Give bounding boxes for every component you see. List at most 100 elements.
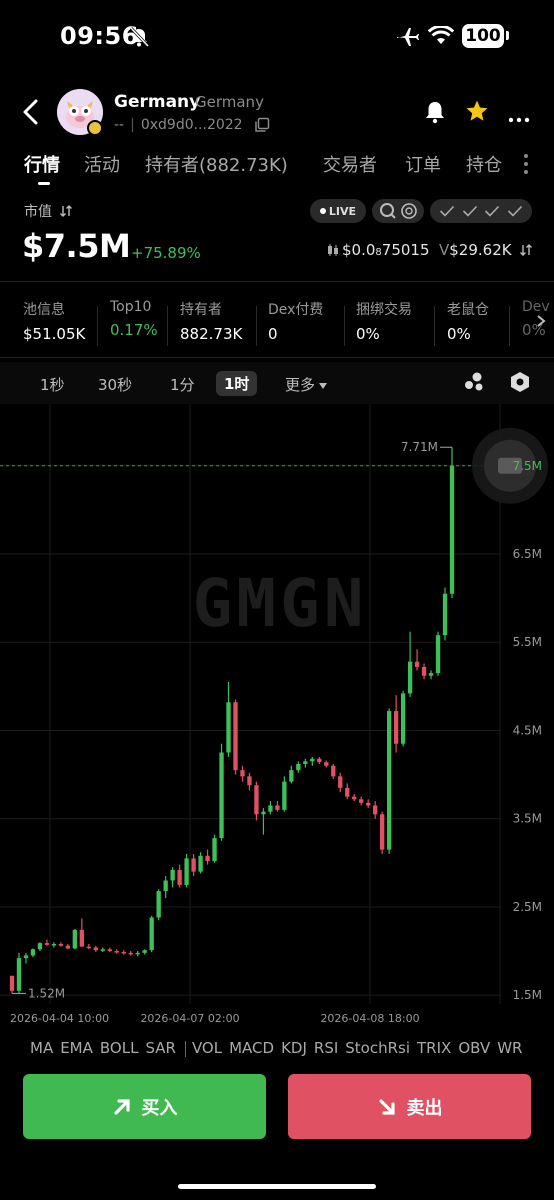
info-divider [434,306,435,346]
info-value: 0% [447,325,471,343]
info-holders[interactable]: 持有者 882.73K [180,299,242,343]
candle-body [114,951,119,953]
live-dot-icon [319,208,326,214]
candle-body [435,635,441,674]
candle-body [261,811,266,815]
sell-button[interactable]: 卖出 [288,1074,531,1139]
indicator-wr[interactable]: WR [497,1039,522,1057]
indicator-divider [184,1040,186,1057]
info-dex-paid[interactable]: Dex付费 0 [268,299,323,343]
verified-badge-icon [87,120,103,136]
price-chart[interactable]: GMGN 1.5M 2.5M 3.5M 4.5M 5.5M 6.5M 7.5M 2026-04… [0,404,554,1030]
copy-icon[interactable] [254,117,270,137]
tab-market[interactable]: 行情 [24,151,60,177]
candle-body [37,943,43,950]
info-label: 持有者 [180,302,222,318]
candle-body [65,945,71,949]
volume-display[interactable]: V$29.62K [439,241,533,259]
token-subname: Germany [195,93,264,111]
bell-icon[interactable] [424,100,446,128]
info-insiders[interactable]: 老鼠仓 0% [447,299,489,343]
candle-body [23,955,29,959]
tab-traders[interactable]: 交易者 [323,151,377,177]
search-pill[interactable] [372,199,424,223]
info-value: 882.73K [180,325,243,343]
volume-prefix: V [439,241,450,259]
indicator-ma[interactable]: MA [30,1039,53,1057]
indicator-rsi[interactable]: RSI [314,1039,338,1057]
candle-body [177,869,182,885]
candle-body [163,880,168,892]
candle-body [219,752,224,839]
candle-body [352,796,357,800]
battery-tip [506,31,509,40]
timeframe-1s[interactable]: 1秒 [40,374,65,395]
candle-body [338,776,343,788]
y-tick-label: 6.5M [513,547,542,561]
candle-body [100,949,105,951]
tab-holders[interactable]: 持有者(882.73K) [145,151,288,177]
check-icon [440,205,455,217]
candle-body [233,702,238,771]
indicator-macd[interactable]: MACD [229,1039,274,1057]
more-icon[interactable] [508,108,530,127]
indicator-kdj[interactable]: KDJ [281,1039,307,1057]
timeframe-1m[interactable]: 1分 [170,374,195,395]
indicator-ema[interactable]: EMA [60,1039,93,1057]
indicator-boll[interactable]: BOLL [100,1039,139,1057]
timeframe-30s[interactable]: 30秒 [98,374,132,395]
info-divider [256,306,257,346]
candle-body [345,787,350,797]
indicator-sar[interactable]: SAR [145,1039,175,1057]
candle-icon [328,244,338,256]
token-address[interactable]: 0xd9d0...2022 [141,117,243,133]
tab-orders[interactable]: 订单 [405,151,441,177]
candle-body [421,666,427,676]
wifi-icon [427,24,455,50]
tab-activity[interactable]: 活动 [84,151,120,177]
x-tick-label: 2026-04-08 18:00 [320,1012,419,1025]
info-divider [167,306,168,346]
audit-checks[interactable] [430,199,532,223]
market-cap-label[interactable]: 市值 [24,201,73,221]
indicator-settings-icon[interactable] [463,371,485,397]
address-separator: | [130,117,135,133]
market-cap-label-text: 市值 [24,204,52,220]
info-label: Top10 [110,299,152,315]
indicator-vol[interactable]: VOL [192,1039,222,1057]
indicator-obv[interactable]: OBV [458,1039,490,1057]
candle-body [275,805,280,810]
watermark-text: GMGN [193,565,368,642]
chevron-right-icon[interactable] [536,313,546,332]
info-bundles[interactable]: 捆绑交易 0% [356,299,412,343]
caret-down-icon [319,382,328,389]
chart-settings-icon[interactable] [509,371,531,397]
check-icon [462,205,477,217]
timeframe-1h[interactable]: 1时 [216,371,258,396]
candle-body [198,855,203,872]
candle-body [373,805,378,815]
indicator-trix[interactable]: TRIX [417,1039,451,1057]
live-badge[interactable]: LIVE [310,199,366,223]
timeframe-more[interactable]: 更多 [285,374,328,395]
tab-active-indicator [38,182,50,185]
tab-positions[interactable]: 持仓 [466,151,502,177]
indicator-stochrsi[interactable]: StochRsi [345,1039,410,1057]
buy-button[interactable]: 买入 [23,1074,266,1139]
candle-body [135,952,140,955]
candle-body [303,761,308,764]
candle-body [268,805,273,812]
candle-body [414,661,420,667]
info-value: 0% [356,325,380,343]
info-pool[interactable]: 池信息 $51.05K [23,299,85,343]
candle-body [16,958,22,991]
star-icon[interactable] [465,99,489,127]
candle-body [156,891,161,918]
back-icon[interactable] [20,98,42,130]
info-top10[interactable]: Top10 0.17% [110,299,158,339]
tabs-more-icon[interactable] [523,153,529,179]
market-cap-change: +75.89% [131,244,201,262]
airplane-icon [395,26,419,52]
candle-body [212,838,217,862]
candle-body [442,593,448,636]
